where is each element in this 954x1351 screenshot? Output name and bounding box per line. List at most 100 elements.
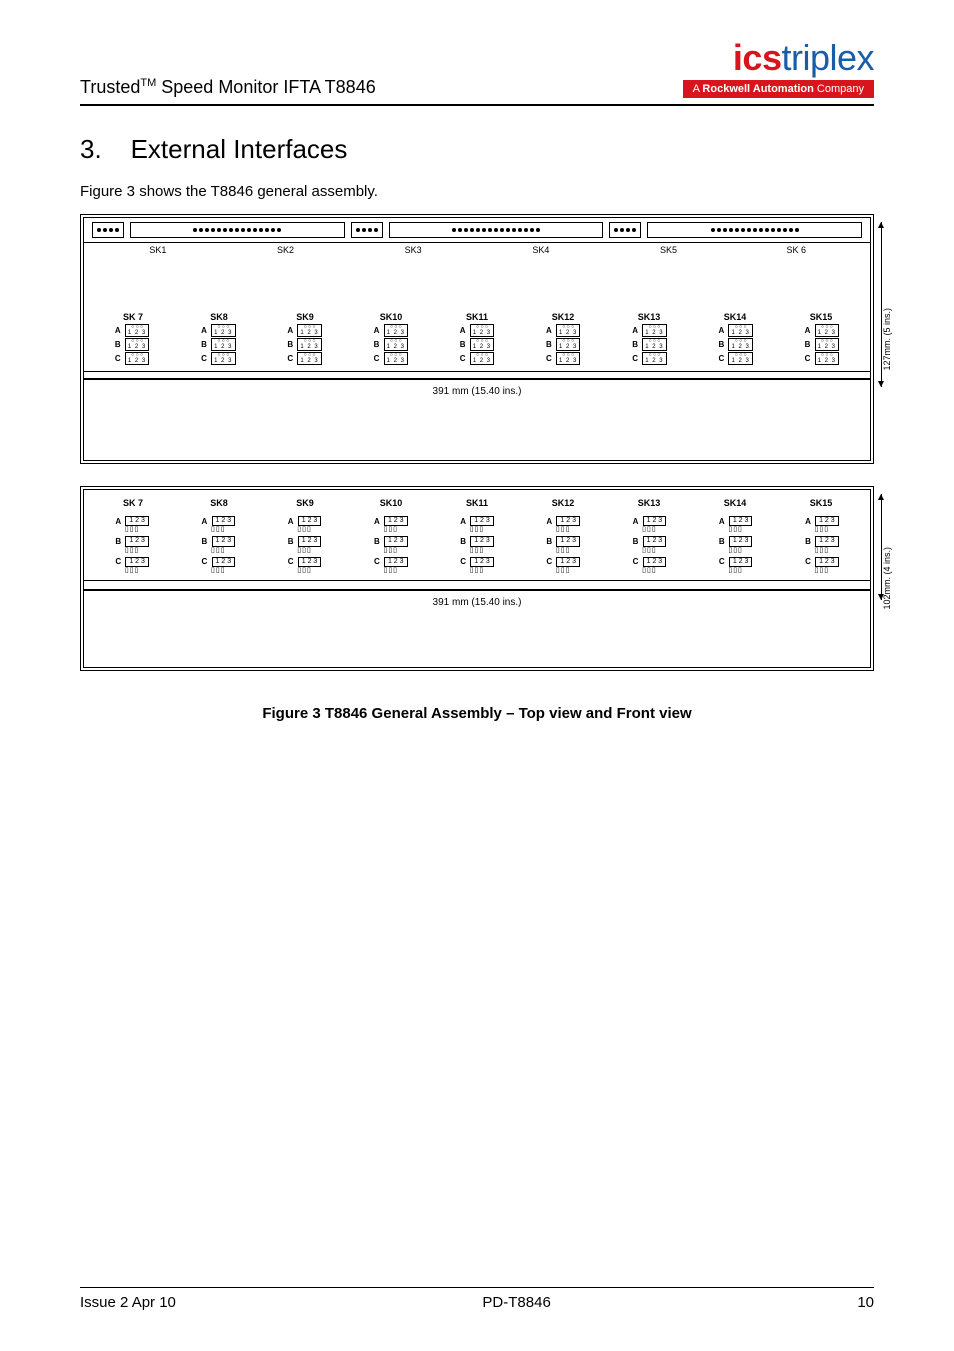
col-header: SK10 bbox=[348, 498, 434, 508]
terminal-block: C○ ○ ○1 2 3 bbox=[435, 352, 519, 365]
terminal-block: C○ ○ ○1 2 3 bbox=[90, 352, 174, 365]
terminal-block: A1 2 3▯▯▯ bbox=[288, 516, 322, 533]
terminal-grid-front: A1 2 3▯▯▯B1 2 3▯▯▯C1 2 3▯▯▯A1 2 3▯▯▯B1 2… bbox=[84, 508, 870, 580]
terminal-screws-icon: ▯▯▯ bbox=[815, 567, 830, 574]
terminal-numbers: 1 2 3 bbox=[214, 358, 232, 364]
col-header: SK13 bbox=[606, 498, 692, 508]
terminal-block: B○ ○ ○1 2 3 bbox=[90, 338, 174, 351]
terminal-row: C1 2 3 bbox=[202, 557, 236, 567]
section-number: 3. bbox=[80, 134, 102, 164]
terminal-row: A1 2 3 bbox=[288, 516, 322, 526]
terminal-block: A1 2 3▯▯▯ bbox=[546, 516, 580, 533]
section-title: External Interfaces bbox=[131, 134, 348, 164]
terminal-numbers: 1 2 3 bbox=[387, 330, 405, 336]
terminal-box: 1 2 3 bbox=[556, 536, 580, 546]
terminal-letter: A bbox=[374, 326, 382, 335]
terminal-row: A1 2 3 bbox=[805, 516, 839, 526]
terminal-letter: C bbox=[546, 354, 554, 363]
terminal-block: A○ ○ ○1 2 3 bbox=[607, 324, 691, 337]
terminal-row: B1 2 3 bbox=[202, 536, 236, 546]
terminal-box: 1 2 3 bbox=[212, 536, 236, 546]
col-header: SK11 bbox=[434, 498, 520, 508]
terminal-screws-icon: ▯▯▯ bbox=[383, 567, 398, 574]
terminal-numbers: 1 2 3 bbox=[300, 330, 318, 336]
terminal-letter: C bbox=[115, 557, 123, 566]
terminal-block: B1 2 3▯▯▯ bbox=[374, 536, 408, 553]
terminal-box: ○ ○ ○1 2 3 bbox=[297, 324, 321, 337]
terminal-numbers: 1 2 3 bbox=[645, 330, 663, 336]
terminal-block: A○ ○ ○1 2 3 bbox=[262, 324, 346, 337]
terminal-letter: A bbox=[288, 517, 296, 526]
terminal-letter: B bbox=[460, 340, 468, 349]
terminal-box: 1 2 3 bbox=[298, 516, 322, 526]
terminal-column: A○ ○ ○1 2 3B○ ○ ○1 2 3C○ ○ ○1 2 3 bbox=[349, 324, 433, 365]
company-logo: icstriplex A Rockwell Automation Company bbox=[683, 40, 874, 98]
terminal-box: 1 2 3 bbox=[470, 557, 494, 567]
terminal-column: A○ ○ ○1 2 3B○ ○ ○1 2 3C○ ○ ○1 2 3 bbox=[780, 324, 864, 365]
terminal-box: 1 2 3 bbox=[470, 536, 494, 546]
terminal-block: C○ ○ ○1 2 3 bbox=[349, 352, 433, 365]
terminal-block: B1 2 3▯▯▯ bbox=[805, 536, 839, 553]
terminal-column: A○ ○ ○1 2 3B○ ○ ○1 2 3C○ ○ ○1 2 3 bbox=[262, 324, 346, 365]
terminal-block: C○ ○ ○1 2 3 bbox=[694, 352, 778, 365]
terminal-letter: C bbox=[632, 354, 640, 363]
terminal-block: B1 2 3▯▯▯ bbox=[202, 536, 236, 553]
terminal-block: A1 2 3▯▯▯ bbox=[460, 516, 494, 533]
terminal-box: ○ ○ ○1 2 3 bbox=[470, 338, 494, 351]
terminal-letter: B bbox=[546, 537, 554, 546]
terminal-letter: A bbox=[201, 326, 209, 335]
terminal-box: 1 2 3 bbox=[384, 557, 408, 567]
terminal-box: ○ ○ ○1 2 3 bbox=[211, 352, 235, 365]
terminal-block: B1 2 3▯▯▯ bbox=[633, 536, 667, 553]
terminal-screws-icon: ▯▯▯ bbox=[556, 547, 571, 554]
terminal-row: B1 2 3 bbox=[374, 536, 408, 546]
col-header: SK8 bbox=[176, 498, 262, 508]
terminal-numbers: 1 2 3 bbox=[731, 344, 749, 350]
terminal-screws-icon: ▯▯▯ bbox=[470, 567, 485, 574]
terminal-screws-icon: ▯▯▯ bbox=[642, 547, 657, 554]
terminal-block: B○ ○ ○1 2 3 bbox=[521, 338, 605, 351]
terminal-letter: B bbox=[719, 537, 727, 546]
terminal-row: C1 2 3 bbox=[719, 557, 753, 567]
height-dimension-side: 127mm. (5 ins.) bbox=[882, 218, 892, 460]
terminal-box: ○ ○ ○1 2 3 bbox=[211, 338, 235, 351]
terminal-letter: B bbox=[287, 340, 295, 349]
terminal-box: ○ ○ ○1 2 3 bbox=[642, 352, 666, 365]
terminal-letter: C bbox=[805, 354, 813, 363]
terminal-column: A1 2 3 ▯▯▯ B1 2 3▯▯▯ C1 2 3▯▯▯ bbox=[780, 516, 864, 574]
col-header: SK15 bbox=[778, 498, 864, 508]
figure-caption: Figure 3 T8846 General Assembly – Top vi… bbox=[80, 705, 874, 722]
terminal-row: B1 2 3 bbox=[719, 536, 753, 546]
terminal-box: 1 2 3 bbox=[125, 536, 149, 546]
terminal-block: C1 2 3▯▯▯ bbox=[805, 557, 839, 574]
diagram-top-view: SK1 SK2 SK3 SK4 SK5 SK 6 SK 7 SK8 SK9 SK… bbox=[80, 214, 874, 464]
terminal-row: A1 2 3 bbox=[460, 516, 494, 526]
terminal-block: C○ ○ ○1 2 3 bbox=[607, 352, 691, 365]
terminal-numbers: 1 2 3 bbox=[387, 358, 405, 364]
col-header: SK9 bbox=[262, 312, 348, 322]
spacer bbox=[84, 257, 870, 312]
terminal-box: 1 2 3 bbox=[470, 516, 494, 526]
terminal-box: 1 2 3 bbox=[125, 516, 149, 526]
terminal-box: ○ ○ ○1 2 3 bbox=[125, 352, 149, 365]
terminal-numbers: 1 2 3 bbox=[731, 358, 749, 364]
terminal-screws-icon: ▯▯▯ bbox=[297, 567, 312, 574]
terminal-screws-icon: ▯▯▯ bbox=[297, 547, 312, 554]
terminal-box: 1 2 3 bbox=[384, 536, 408, 546]
terminal-screws-icon: ▯▯▯ bbox=[211, 567, 226, 574]
connector-sk2 bbox=[130, 222, 345, 238]
terminal-row: A1 2 3 bbox=[115, 516, 149, 526]
terminal-block: B○ ○ ○1 2 3 bbox=[780, 338, 864, 351]
height-dimension-side: 102mm. (4 ins.) bbox=[882, 490, 892, 667]
sk-label: SK2 bbox=[222, 245, 350, 255]
terminal-row: A1 2 3 bbox=[202, 516, 236, 526]
terminal-column: A○ ○ ○1 2 3B○ ○ ○1 2 3C○ ○ ○1 2 3 bbox=[694, 324, 778, 365]
page-footer: Issue 2 Apr 10 PD-T8846 10 bbox=[80, 1287, 874, 1311]
product-name: Speed Monitor IFTA T8846 bbox=[161, 77, 375, 97]
terminal-numbers: 1 2 3 bbox=[473, 344, 491, 350]
terminal-row: B1 2 3 bbox=[288, 536, 322, 546]
terminal-letter: A bbox=[805, 326, 813, 335]
terminal-numbers: 1 2 3 bbox=[559, 358, 577, 364]
terminal-block: A○ ○ ○1 2 3 bbox=[176, 324, 260, 337]
terminal-box: ○ ○ ○1 2 3 bbox=[815, 338, 839, 351]
